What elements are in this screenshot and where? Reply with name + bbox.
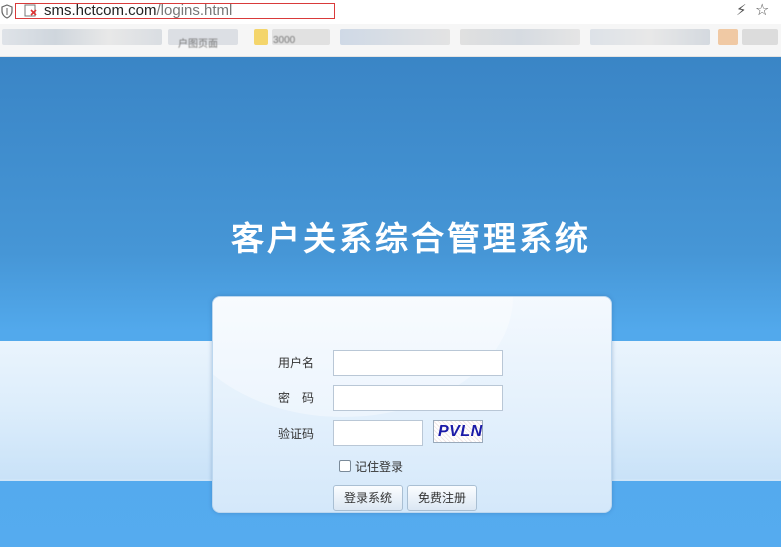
login-button[interactable]: 登录系统: [333, 485, 403, 511]
page-title: 客户关系综合管理系统: [231, 219, 591, 258]
remember-label: 记住登录: [355, 460, 404, 474]
captcha-label: 验证码: [278, 427, 315, 441]
address-bar: sms.hctcom.com/logins.html ⚡ ☆: [0, 0, 781, 24]
bookmark-item[interactable]: [340, 29, 450, 45]
password-input[interactable]: [333, 385, 503, 411]
bookmark-item[interactable]: [742, 29, 778, 45]
bookmark-item[interactable]: [2, 29, 162, 45]
username-label: 用户名: [278, 356, 315, 370]
username-input[interactable]: [333, 350, 503, 376]
bookmark-item[interactable]: [718, 29, 738, 45]
bookmark-item[interactable]: [460, 29, 580, 45]
bookmark-label: 户图页面: [178, 39, 218, 50]
remember-checkbox[interactable]: [339, 460, 351, 472]
bookmark-item[interactable]: [254, 29, 268, 45]
password-label: 密 码: [278, 391, 315, 405]
captcha-image[interactable]: PVLN: [433, 420, 483, 443]
captcha-image-text: PVLN: [438, 423, 483, 440]
login-page: 客户关系综合管理系统 用户名 密 码 验证码 PVLN 记住登录 登录系统 免费…: [0, 57, 781, 547]
captcha-input[interactable]: [333, 420, 423, 446]
url-host: sms.hctcom.com: [44, 2, 157, 19]
url-path: /logins.html: [156, 2, 233, 19]
login-panel: 用户名 密 码 验证码 PVLN 记住登录 登录系统 免费注册: [212, 296, 612, 513]
lightning-icon[interactable]: ⚡: [736, 3, 747, 19]
bookmark-star-icon[interactable]: ☆: [755, 2, 769, 20]
register-button[interactable]: 免费注册: [407, 485, 477, 511]
url-text[interactable]: sms.hctcom.com/logins.html: [44, 1, 232, 21]
bookmark-item[interactable]: [590, 29, 710, 45]
insecure-page-icon: [24, 4, 37, 17]
bookmark-label: 3000: [273, 35, 296, 46]
shield-icon: [1, 4, 13, 19]
bookmarks-bar: 户图页面 3000: [0, 24, 781, 57]
